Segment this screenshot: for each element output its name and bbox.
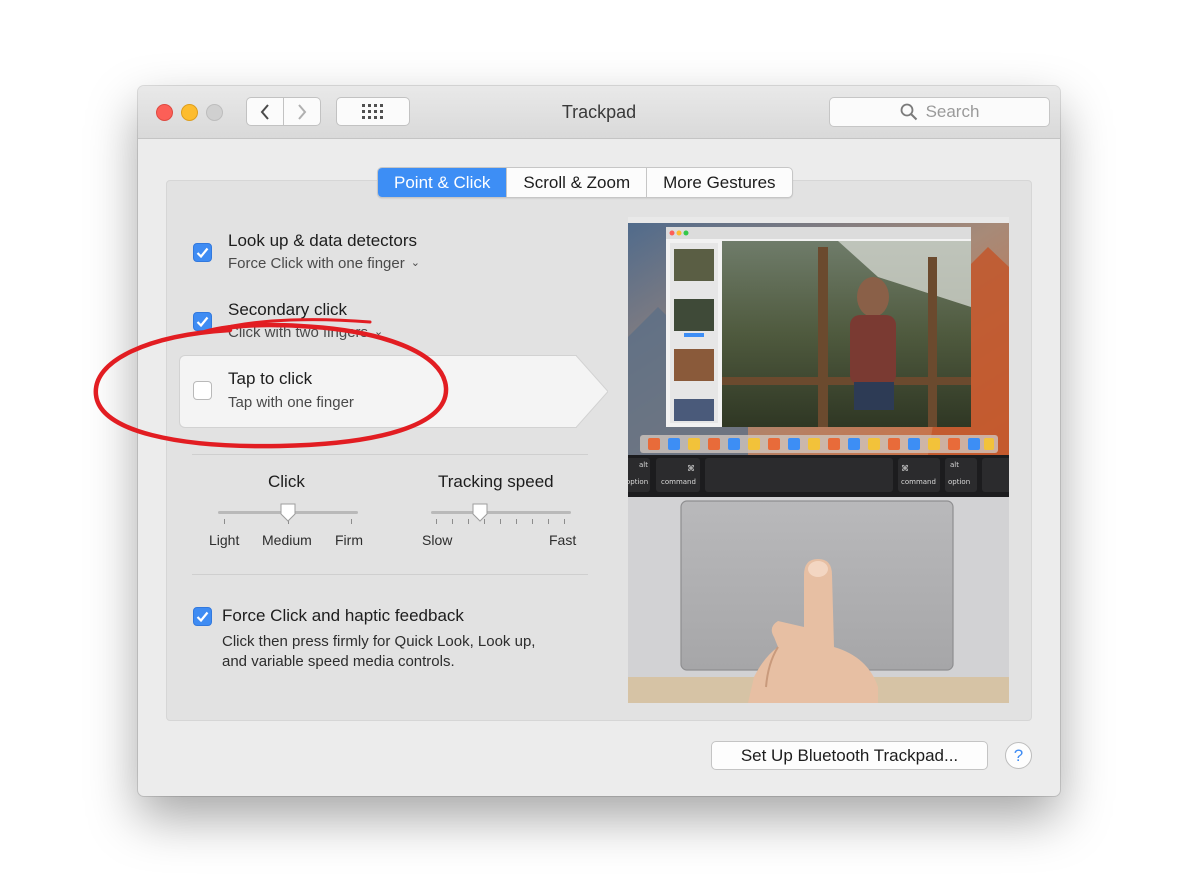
tap-to-click-title: Tap to click xyxy=(228,369,313,388)
tick-mark xyxy=(516,519,517,524)
setup-bluetooth-trackpad-button[interactable]: Set Up Bluetooth Trackpad... xyxy=(711,741,988,770)
tracking-slider-knob[interactable] xyxy=(471,503,489,523)
click-tick-firm: Firm xyxy=(335,532,363,548)
tick-mark xyxy=(436,519,437,524)
preview-illustration xyxy=(628,217,1009,703)
lookup-title: Look up & data detectors xyxy=(228,231,418,250)
highlight-pointer xyxy=(576,355,608,428)
checkmark-icon xyxy=(196,611,209,622)
secondary-click-subtitle-menu[interactable]: Click with two fingers ⌄ xyxy=(228,324,383,341)
force-click-description-1: Click then press firmly for Quick Look, … xyxy=(222,633,536,650)
command-key-icon: ⌘ xyxy=(901,464,909,473)
tracking-slider-track xyxy=(431,511,571,514)
force-click-description-2: and variable speed media controls. xyxy=(222,653,455,670)
click-tick-light: Light xyxy=(209,532,240,548)
secondary-click-subtitle: Click with two fingers xyxy=(228,324,369,341)
key-right-command: command xyxy=(901,478,936,486)
search-placeholder: Search xyxy=(925,102,980,121)
tab-scroll-zoom[interactable]: Scroll & Zoom xyxy=(506,168,646,197)
tick-mark xyxy=(351,519,352,524)
lookup-subtitle: Force Click with one finger xyxy=(228,255,405,272)
tap-to-click-checkbox[interactable] xyxy=(193,381,212,400)
tick-mark xyxy=(564,519,565,524)
tab-bar: Point & Click Scroll & Zoom More Gesture… xyxy=(377,167,793,198)
key-left-alt: alt xyxy=(639,461,648,469)
search-field[interactable]: Search xyxy=(829,97,1050,127)
click-slider-label: Click xyxy=(268,472,305,491)
tick-mark xyxy=(452,519,453,524)
checkmark-icon xyxy=(196,247,209,258)
tracking-max-label: Fast xyxy=(549,532,577,548)
help-button[interactable]: ? xyxy=(1005,742,1032,769)
click-slider-knob[interactable] xyxy=(279,503,297,523)
tab-more-gestures[interactable]: More Gestures xyxy=(646,168,791,197)
tick-mark xyxy=(500,519,501,524)
tick-mark xyxy=(532,519,533,524)
title-bar: Trackpad Search xyxy=(138,86,1060,139)
key-right-alt: alt xyxy=(950,461,959,469)
force-click-checkbox[interactable] xyxy=(193,607,212,626)
divider xyxy=(192,574,588,575)
tab-point-click[interactable]: Point & Click xyxy=(378,168,507,197)
secondary-click-title: Secondary click xyxy=(228,300,348,319)
tracking-min-label: Slow xyxy=(422,532,453,548)
command-key-icon: ⌘ xyxy=(687,464,695,473)
secondary-click-checkbox[interactable] xyxy=(193,312,212,331)
key-right-option: option xyxy=(948,478,971,486)
lookup-subtitle-menu[interactable]: Force Click with one finger ⌄ xyxy=(228,255,420,272)
click-tick-medium: Medium xyxy=(262,532,312,548)
tracking-speed-label: Tracking speed xyxy=(438,472,554,491)
tap-to-click-highlight xyxy=(179,355,577,428)
chevron-down-icon: ⌄ xyxy=(410,257,420,269)
checkmark-icon xyxy=(196,316,209,327)
divider xyxy=(192,454,588,455)
lookup-checkbox[interactable] xyxy=(193,243,212,262)
tick-mark xyxy=(224,519,225,524)
tap-to-click-subtitle: Tap with one finger xyxy=(228,394,354,411)
force-click-title: Force Click and haptic feedback xyxy=(222,606,464,625)
chevron-down-icon: ⌄ xyxy=(374,326,384,338)
tick-mark xyxy=(548,519,549,524)
gesture-preview-video: alt option ⌘ command ⌘ command alt optio… xyxy=(628,217,1009,703)
search-icon xyxy=(900,103,917,121)
key-left-option: option xyxy=(628,478,649,486)
tick-mark xyxy=(468,519,469,524)
key-left-command: command xyxy=(661,478,696,486)
